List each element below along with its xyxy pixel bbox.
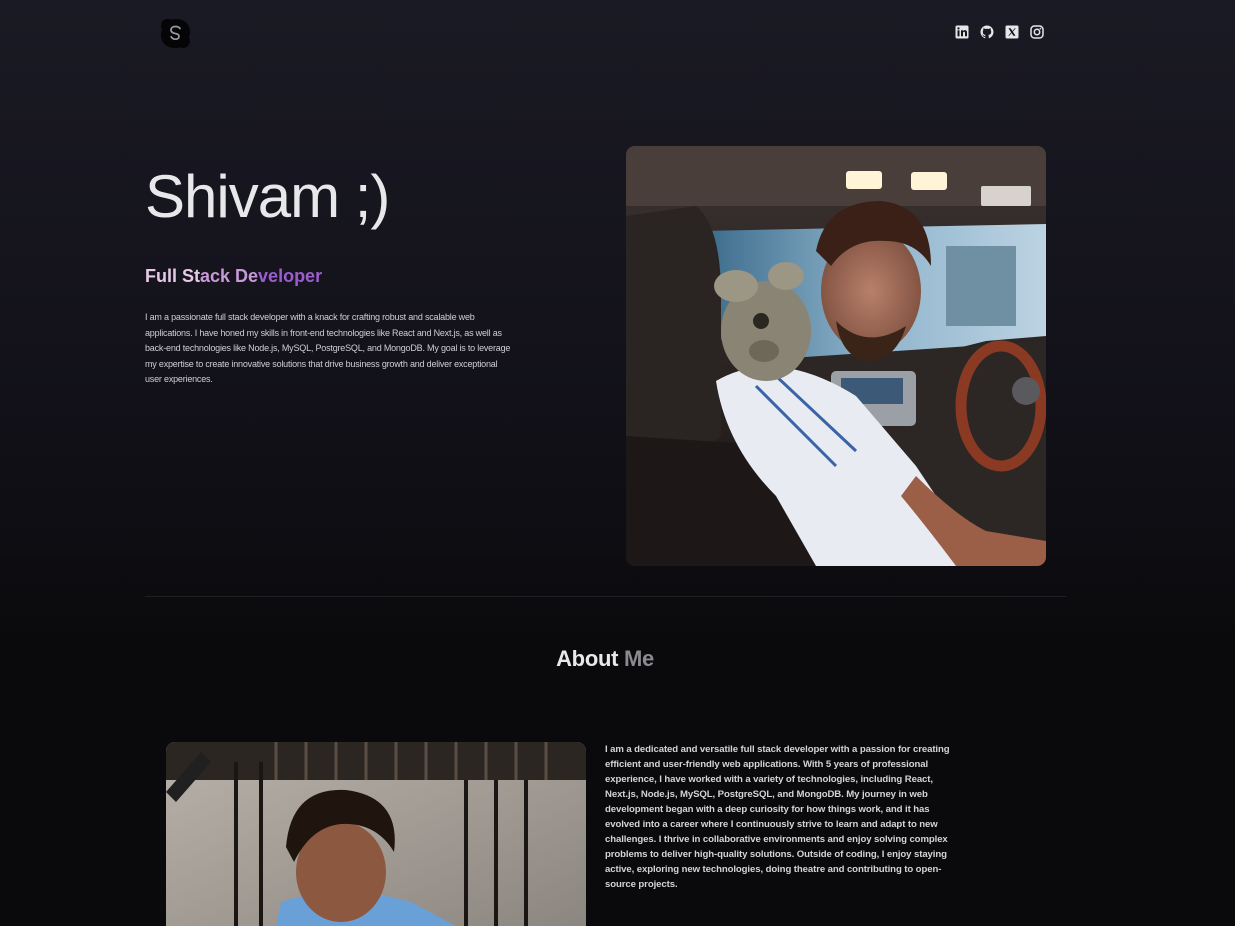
hero-role-part3: veloper [258, 266, 323, 286]
hero-name: Shivam ;) [145, 163, 390, 230]
hero-role: Full Stack Developer [145, 265, 322, 287]
section-divider [145, 596, 1066, 597]
about-photo [166, 742, 586, 926]
linkedin-icon[interactable] [955, 25, 969, 39]
about-description: I am a dedicated and versatile full stac… [605, 744, 950, 890]
about-title-part2: Me [623, 646, 654, 671]
x-twitter-icon[interactable] [1005, 25, 1019, 39]
instagram-icon[interactable] [1030, 25, 1044, 39]
social-links [955, 25, 1044, 39]
github-icon[interactable] [980, 25, 994, 39]
portfolio-page: Shivam ;) Full Stack Developer I am a pa… [0, 0, 1235, 926]
hero-description: I am a passionate full stack developer w… [145, 312, 511, 384]
hero-role-part1: Full St [145, 266, 200, 286]
hero-profile-photo [626, 146, 1046, 566]
about-title: About Me [0, 645, 1210, 673]
site-logo-icon[interactable] [159, 17, 192, 50]
about-title-part1: About [556, 646, 619, 671]
hero-role-part2: ack De [200, 266, 259, 286]
